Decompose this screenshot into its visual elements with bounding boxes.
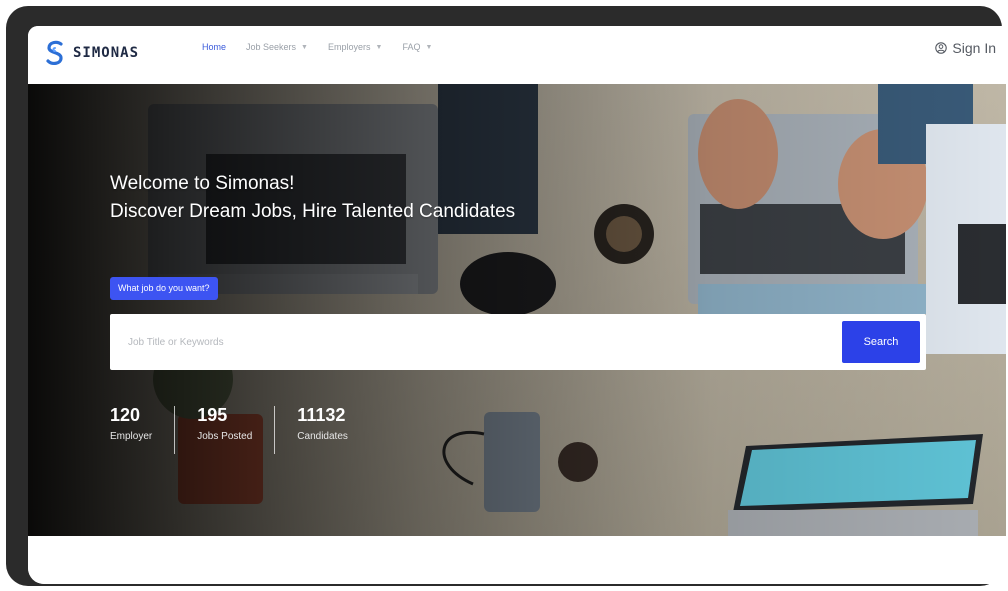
brand[interactable]: SIMONAS: [44, 40, 139, 66]
stat-label: Employer: [110, 430, 153, 442]
device-frame: SIMONAS Home Job Seekers ▼ Employers ▼ F…: [6, 6, 1006, 586]
chevron-down-icon: ▼: [301, 43, 308, 51]
nav-item-label: Home: [202, 42, 227, 52]
job-search-bar: Search: [110, 314, 926, 370]
nav-item-label: Job Seekers: [246, 42, 297, 52]
stat-value: 11132: [297, 405, 346, 425]
nav-item-label: FAQ: [402, 42, 421, 52]
stat-value: 195: [197, 405, 228, 425]
nav-item-home[interactable]: Home: [202, 42, 226, 52]
chevron-down-icon: ▼: [375, 43, 383, 51]
chevron-down-icon: ▼: [425, 43, 433, 51]
stat-candidates: 11132 Candidates: [297, 405, 348, 442]
stat-label: Candidates: [297, 430, 348, 442]
job-search-input[interactable]: [110, 314, 830, 370]
stat-divider: [174, 406, 176, 454]
browser-screen: SIMONAS Home Job Seekers ▼ Employers ▼ F…: [28, 26, 1006, 584]
hero-title-line1: Welcome to Simonas!: [110, 173, 295, 194]
hero-title-line2: Discover Dream Jobs, Hire Talented Candi…: [110, 200, 516, 222]
nav-item-label: Employers: [327, 42, 371, 52]
search-button[interactable]: Search: [842, 321, 920, 363]
site-stats: 120 Employer 195 Jobs Posted 11132 Candi…: [110, 405, 348, 454]
user-circle-icon: [935, 42, 948, 54]
nav-item-employers[interactable]: Employers ▼: [328, 42, 382, 52]
search-prompt-badge: What job do you want?: [110, 277, 218, 300]
main-menu: Home Job Seekers ▼ Employers ▼ FAQ ▼: [202, 42, 432, 52]
sign-in-label: Sign In: [952, 40, 996, 56]
sign-in-link[interactable]: Sign In: [935, 40, 996, 56]
top-navigation: SIMONAS Home Job Seekers ▼ Employers ▼ F…: [28, 26, 1006, 84]
hero-section: Welcome to Simonas! Discover Dream Jobs,…: [28, 84, 1006, 536]
stat-label: Jobs Posted: [197, 430, 253, 442]
below-fold-section: [28, 536, 1006, 584]
stat-value: 120: [110, 405, 141, 425]
simonas-s-logo-icon: [46, 40, 63, 65]
stat-employers: 120 Employer: [110, 405, 153, 442]
nav-item-faq[interactable]: FAQ ▼: [402, 42, 432, 52]
brand-name: SIMONAS: [73, 45, 140, 61]
stat-divider: [274, 406, 276, 454]
hero-heading: Welcome to Simonas! Discover Dream Jobs,…: [110, 170, 515, 225]
stat-jobs-posted: 195 Jobs Posted: [197, 405, 253, 442]
nav-item-job-seekers[interactable]: Job Seekers ▼: [246, 42, 308, 52]
hero-background-image: [28, 84, 1006, 536]
